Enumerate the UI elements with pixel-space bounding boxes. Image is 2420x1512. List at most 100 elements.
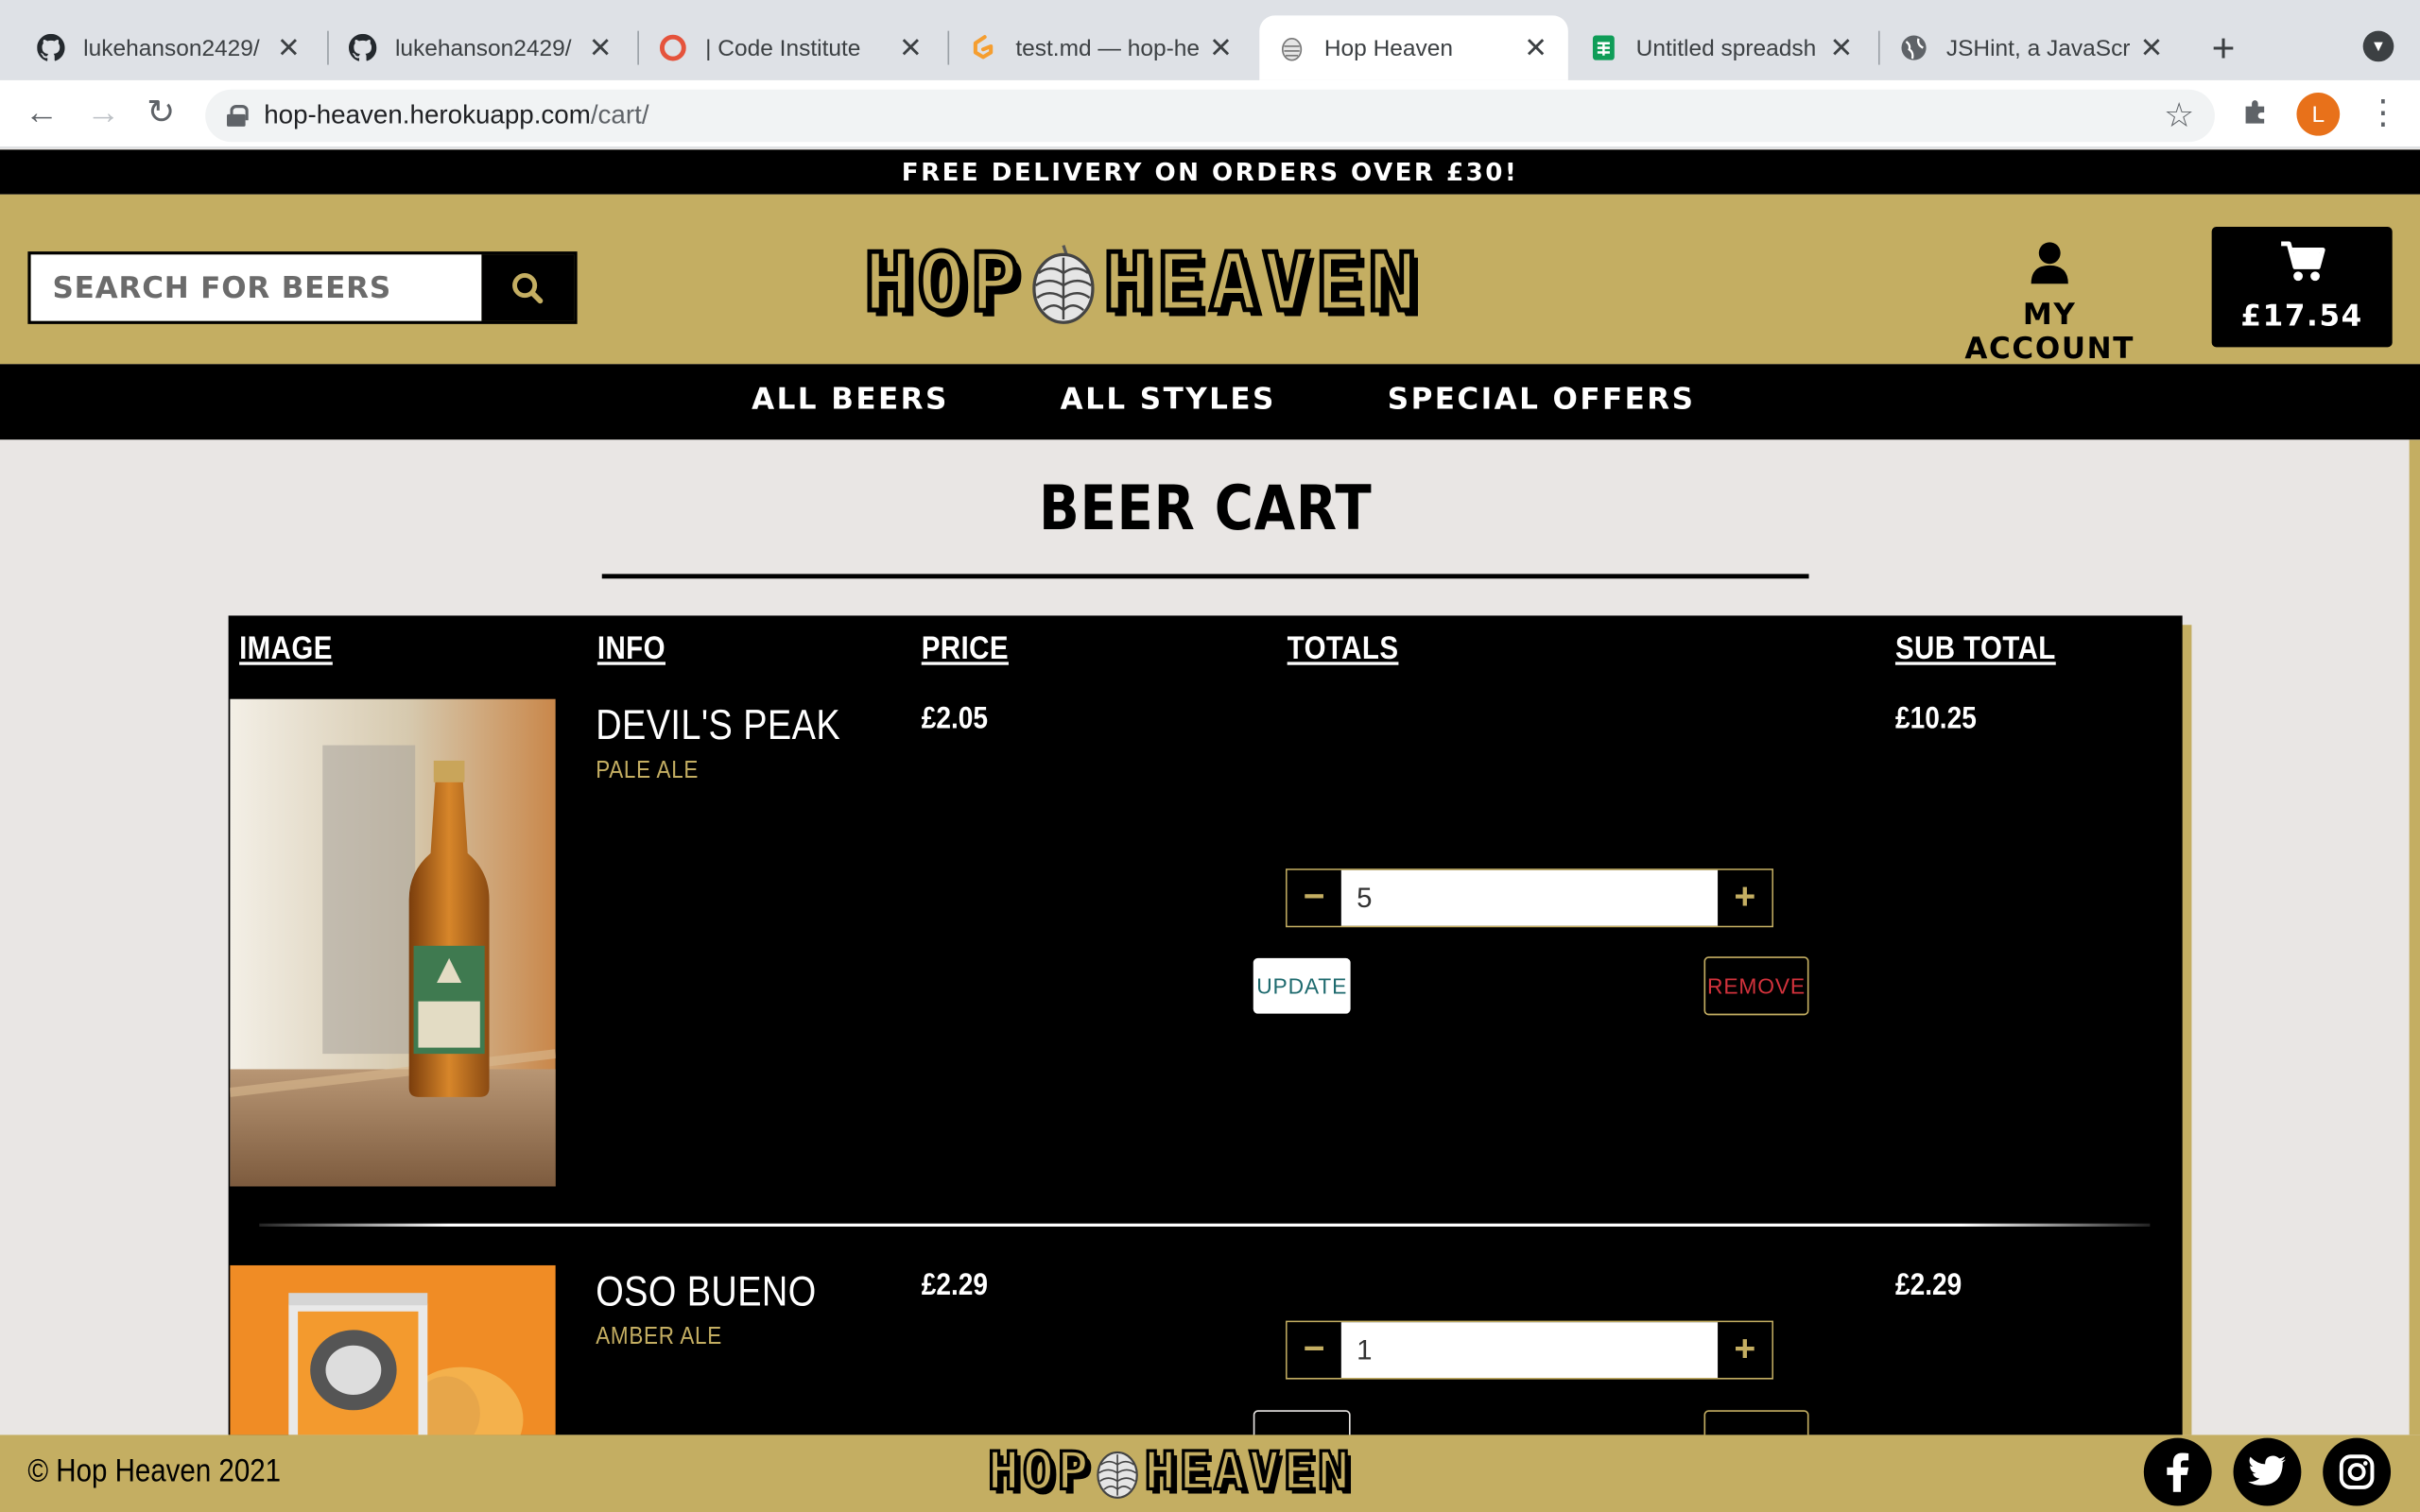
site-logo[interactable]: HOP HEAVEN: [862, 237, 1522, 331]
tab-close-icon[interactable]: ✕: [1207, 31, 1235, 63]
header-image: IMAGE: [239, 630, 333, 667]
quantity-input[interactable]: 5: [1340, 869, 1719, 926]
tab-title: lukehanson2429/: [394, 34, 572, 61]
gitpod-icon: [969, 34, 996, 61]
tab-title: test.md — hop-he: [1015, 34, 1200, 61]
tab-title: | Code Institute: [705, 34, 861, 61]
url-text: hop-heaven.herokuapp.com/cart/: [264, 100, 649, 130]
back-icon[interactable]: ←: [25, 93, 59, 132]
site-footer: © Hop Heaven 2021 HOP HEAVEN: [0, 1435, 2420, 1512]
tab-title: Hop Heaven: [1323, 34, 1454, 61]
tab-close-icon[interactable]: ✕: [586, 31, 614, 63]
browser-tab-4[interactable]: test.md — hop-he ✕: [951, 15, 1253, 80]
copyright: © Hop Heaven 2021: [27, 1453, 282, 1489]
page-scrollbar[interactable]: [2409, 439, 2420, 1435]
increment-button[interactable]: +: [1718, 1322, 1772, 1379]
product-name[interactable]: OSO BUENO: [596, 1268, 816, 1316]
footer-logo[interactable]: HOP HEAVEN: [986, 1439, 1353, 1504]
product-name[interactable]: DEVIL'S PEAK: [596, 702, 840, 750]
browser-tab-6[interactable]: Untitled spreadsh ✕: [1571, 15, 1874, 80]
remove-button[interactable]: REMOVE: [1703, 956, 1809, 1016]
header-price: PRICE: [921, 630, 1009, 667]
tab-close-icon[interactable]: ✕: [2137, 31, 2165, 63]
forward-icon[interactable]: →: [86, 93, 120, 132]
lock-icon: [227, 105, 249, 127]
code-institute-icon: [659, 34, 686, 61]
product-style: AMBER ALE: [596, 1323, 722, 1350]
quantity-stepper: − 5 +: [1286, 868, 1773, 928]
tab-close-icon[interactable]: ✕: [1827, 31, 1855, 63]
github-icon: [348, 33, 377, 61]
sheets-icon: [1590, 34, 1617, 61]
hop-cone-icon: [1097, 1451, 1139, 1499]
cart-button[interactable]: £17.54: [2211, 227, 2393, 348]
product-subtotal: £2.29: [1894, 1268, 1962, 1302]
product-style: PALE ALE: [596, 757, 700, 784]
update-button[interactable]: [1253, 1410, 1351, 1435]
logo-text-right: HEAVEN: [1101, 237, 1422, 331]
main-nav: ALL BEERS ALL STYLES SPECIAL OFFERS: [0, 364, 2420, 440]
tab-close-icon[interactable]: ✕: [1522, 31, 1549, 63]
tab-close-icon[interactable]: ✕: [897, 31, 925, 63]
row-divider: [259, 1223, 2151, 1227]
search-button[interactable]: [481, 254, 575, 321]
browser-tab-active[interactable]: Hop Heaven ✕: [1259, 15, 1568, 80]
title-divider: [601, 574, 1809, 579]
logo-text-left: HOP: [862, 237, 1024, 331]
address-bar[interactable]: hop-heaven.herokuapp.com/cart/: [205, 89, 2215, 143]
decrement-button[interactable]: −: [1287, 869, 1341, 926]
quantity-input[interactable]: 1: [1340, 1322, 1719, 1379]
product-price: £2.05: [921, 701, 989, 736]
user-icon: [2031, 242, 2068, 284]
page-title: BEER CART: [1038, 473, 1373, 545]
cart-total: £17.54: [2240, 299, 2363, 334]
facebook-icon[interactable]: [2143, 1437, 2212, 1506]
browser-tab-3[interactable]: | Code Institute ✕: [641, 15, 943, 80]
site-header: SEARCH FOR BEERS HOP HEAVEN MY ACCOUNT £…: [0, 194, 2420, 366]
my-account-label: MY ACCOUNT: [1964, 298, 2135, 366]
twitter-icon[interactable]: [2233, 1437, 2302, 1506]
cart-page: BEER CART IMAGE INFO PRICE TOTALS SUB TO…: [0, 439, 2420, 1435]
profile-avatar[interactable]: L: [2296, 92, 2341, 136]
tab-search-icon[interactable]: ▼: [2362, 30, 2394, 62]
tab-close-icon[interactable]: ✕: [275, 31, 302, 63]
reload-icon[interactable]: ↻: [147, 93, 175, 132]
nav-all-beers[interactable]: ALL BEERS: [752, 383, 949, 417]
search-form: SEARCH FOR BEERS: [27, 251, 578, 324]
tab-title: JSHint, a JavaScr: [1945, 34, 2131, 61]
browser-menu-icon[interactable]: ⋮: [2366, 93, 2400, 132]
header-info: INFO: [596, 630, 666, 667]
header-totals: TOTALS: [1287, 630, 1399, 667]
extensions-icon[interactable]: [2241, 95, 2273, 135]
product-subtotal: £10.25: [1894, 701, 1977, 736]
browser-tab-7[interactable]: JSHint, a JavaScr ✕: [1881, 15, 2184, 80]
nav-all-styles[interactable]: ALL STYLES: [1061, 383, 1276, 417]
logo-text-right: HEAVEN: [1143, 1439, 1353, 1504]
increment-button[interactable]: +: [1718, 869, 1772, 926]
tab-title: Untitled spreadsh: [1635, 34, 1817, 61]
product-image[interactable]: [230, 1264, 556, 1435]
search-input[interactable]: SEARCH FOR BEERS: [30, 254, 482, 321]
product-image[interactable]: [229, 698, 557, 1187]
browser-toolbar: ← → ↻ hop-heaven.herokuapp.com/cart/ ☆ L…: [0, 79, 2420, 148]
cart-icon: [2280, 241, 2325, 282]
cart-table: IMAGE INFO PRICE TOTALS SUB TOTAL DEVIL'…: [228, 615, 2183, 1435]
hop-cone-icon: [1032, 245, 1095, 324]
product-price: £2.29: [921, 1268, 989, 1302]
browser-tab-1[interactable]: lukehanson2429/ ✕: [19, 15, 321, 80]
quantity-stepper: − 1 +: [1286, 1320, 1773, 1380]
browser-tab-bar: lukehanson2429/ ✕ lukehanson2429/ ✕ | Co…: [0, 0, 2420, 80]
update-button[interactable]: UPDATE: [1253, 957, 1351, 1014]
instagram-icon[interactable]: [2323, 1437, 2392, 1506]
tab-title: lukehanson2429/: [83, 34, 260, 61]
search-icon: [512, 272, 544, 303]
new-tab-icon[interactable]: +: [2212, 25, 2236, 73]
logo-text-left: HOP: [986, 1439, 1093, 1504]
globe-icon: [1900, 34, 1927, 61]
browser-tab-2[interactable]: lukehanson2429/ ✕: [330, 15, 632, 80]
nav-special-offers[interactable]: SPECIAL OFFERS: [1388, 383, 1696, 417]
remove-button[interactable]: [1703, 1410, 1809, 1435]
my-account-link[interactable]: MY ACCOUNT: [1937, 241, 2162, 366]
bookmark-star-icon[interactable]: ☆: [2164, 95, 2194, 135]
decrement-button[interactable]: −: [1287, 1322, 1341, 1379]
